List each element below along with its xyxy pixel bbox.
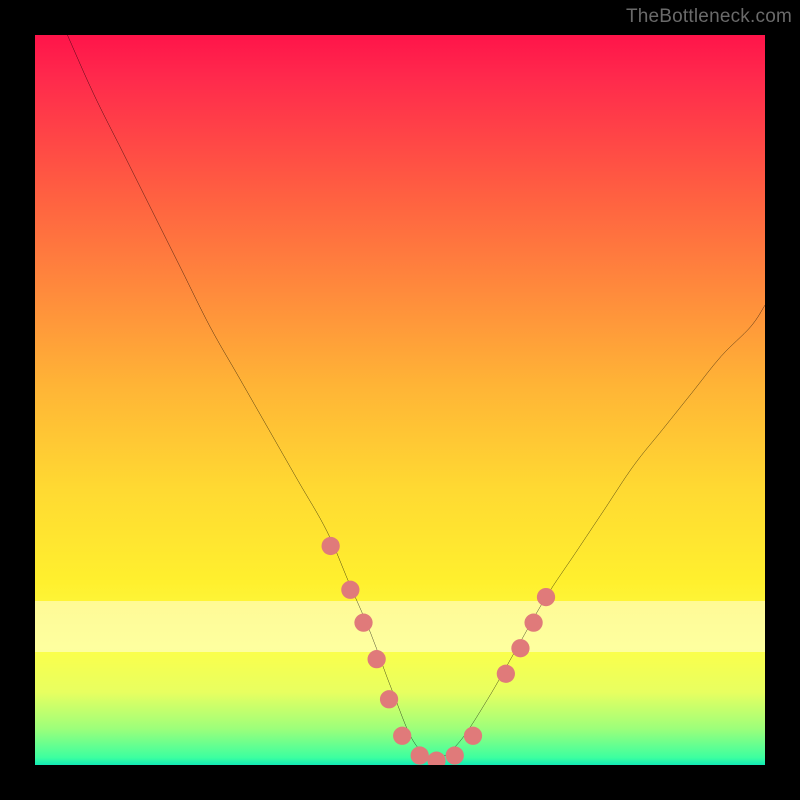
chart-svg <box>35 35 765 765</box>
curve-markers <box>322 537 556 765</box>
plot-area <box>35 35 765 765</box>
watermark-text: TheBottleneck.com <box>626 6 792 28</box>
chart-container: TheBottleneck.com <box>0 0 800 800</box>
curve-marker <box>524 614 542 632</box>
bottleneck-curve <box>35 35 765 758</box>
curve-marker <box>497 665 515 683</box>
curve-marker <box>354 614 372 632</box>
curve-marker <box>380 690 398 708</box>
curve-marker <box>537 588 555 606</box>
curve-marker <box>341 581 359 599</box>
curve-marker <box>464 727 482 745</box>
curve-marker <box>411 746 429 764</box>
curve-marker <box>322 537 340 555</box>
curve-marker <box>511 639 529 657</box>
curve-marker <box>368 650 386 668</box>
curve-marker <box>393 727 411 745</box>
curve-marker <box>427 751 445 765</box>
curve-marker <box>446 746 464 764</box>
